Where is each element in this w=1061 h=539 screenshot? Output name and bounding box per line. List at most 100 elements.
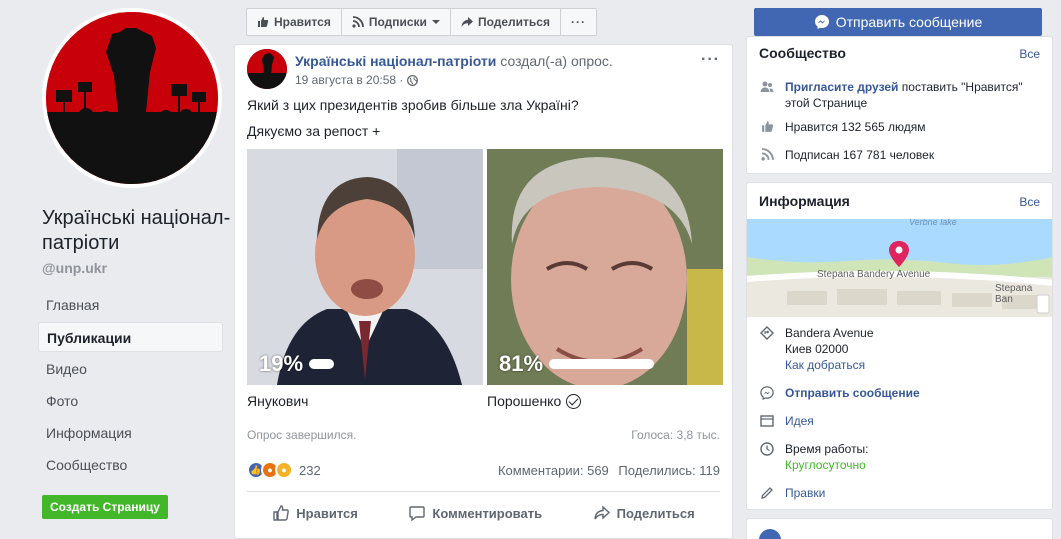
more-icon: ··· (570, 15, 586, 29)
poll-option-2-name: Порошенко (487, 393, 562, 409)
poll-option-2-percent: 81% (499, 351, 544, 376)
nav-item-videos[interactable]: Видео (38, 354, 223, 384)
address-line-1: Bandera Avenue (785, 326, 874, 340)
community-see-all[interactable]: Все (1019, 47, 1040, 61)
map-label-street-2: Stepana Ban (995, 283, 1033, 305)
poll-option-1-label[interactable]: Янукович (247, 393, 308, 409)
info-see-all[interactable]: Все (1019, 195, 1040, 209)
post-avatar[interactable] (247, 49, 287, 89)
location-map[interactable]: Verbne lake Stepana Bandery Avenue Stepa… (747, 219, 1052, 317)
haha-reaction-icon: ● (275, 461, 293, 479)
nav-item-home[interactable]: Главная (38, 290, 223, 320)
comment-icon (409, 506, 426, 522)
poll-meta: Опрос завершился. Голоса: 3,8 тыс. (247, 428, 720, 442)
thumbs-up-icon (258, 17, 269, 27)
left-column: Українські націонал-патріоти @unp.ukr Гл… (0, 0, 234, 539)
post-timestamp[interactable]: 19 августа в 20:58 · (295, 73, 419, 87)
portrait-image-1 (247, 149, 483, 385)
nav-item-community[interactable]: Сообщество (38, 450, 223, 480)
thumbs-up-outline-icon (273, 505, 290, 521)
follow-page-button[interactable]: Подписки (342, 9, 451, 35)
poll-votes[interactable]: Голоса: 3,8 тыс. (631, 428, 720, 442)
share-icon (461, 17, 473, 27)
post-author-link[interactable]: Українські націонал-патріоти (295, 53, 496, 69)
poll-option-2-track (549, 359, 679, 369)
post-action-text: создал(-а) опрос. (500, 53, 613, 69)
directions-link[interactable]: Как добраться (785, 357, 874, 373)
poll-option-2-bar (549, 359, 655, 369)
rss-small-icon (759, 147, 775, 163)
post-stats: 👍 ● ● 232 Комментарии: 569 Поделились: 1… (247, 461, 720, 479)
messenger-badge-icon (759, 529, 781, 539)
poll-option-1-image[interactable]: 19% (247, 149, 483, 385)
post-like-button[interactable]: Нравится (272, 504, 358, 522)
post-divider (247, 491, 720, 492)
address-block: Bandera Avenue Киев 02000 Как добраться (785, 325, 874, 373)
nav-item-posts[interactable]: Публикации (38, 322, 223, 352)
post-header: Українські націонал-патріоти создал(-а) … (247, 49, 720, 89)
pencil-icon (759, 485, 775, 501)
community-title[interactable]: Сообщество (759, 45, 846, 61)
edits-row: Правки (759, 485, 1040, 501)
send-message-label: Отправить сообщение (835, 14, 983, 30)
thumbs-up-small-icon (759, 119, 775, 135)
nav-item-photos[interactable]: Фото (38, 386, 223, 416)
info-card: Информация Все Verbne lake Stepana Bande… (746, 182, 1053, 510)
share-outline-icon (593, 505, 610, 520)
likes-row: Нравится 132 565 людям (759, 119, 1040, 135)
invite-friends-link[interactable]: Пригласите друзей (785, 80, 898, 94)
messenger-icon (814, 15, 829, 29)
post-subtext: Дякуємо за репост + (247, 123, 381, 139)
post-share-button[interactable]: Поделиться (593, 504, 695, 522)
post-date-text: 19 августа в 20:58 · (295, 73, 404, 87)
community-card: Сообщество Все Пригласите друзей постави… (746, 36, 1053, 174)
post-actions: Нравится Комментировать Поделиться (247, 497, 720, 529)
hours-block: Время работы: Круглосуточно (785, 441, 869, 473)
edits-link[interactable]: Правки (785, 485, 825, 501)
caret-down-icon (431, 20, 440, 24)
invite-friends-row: Пригласите друзей поставить "Нравится" э… (759, 79, 1040, 111)
send-message-button[interactable]: Отправить сообщение (754, 8, 1042, 36)
comment-count[interactable]: Комментарии: 569 (498, 463, 609, 478)
share-page-label: Поделиться (477, 15, 550, 29)
share-page-button[interactable]: Поделиться (451, 9, 561, 35)
people-icon (759, 79, 775, 111)
poll-option-2-result: 81% (499, 351, 679, 377)
poll-option-2-image[interactable]: 81% (487, 149, 723, 385)
send-message-link[interactable]: Отправить сообщение (785, 385, 920, 401)
page-handle[interactable]: @unp.ukr (42, 260, 107, 276)
winner-check-icon (566, 393, 582, 409)
nav-item-about[interactable]: Информация (38, 418, 223, 448)
page-title[interactable]: Українські націонал-патріоти (42, 206, 232, 256)
poll-option-1-percent: 19% (259, 351, 304, 376)
post-counts: Комментарии: 569 Поделились: 119 (492, 463, 720, 478)
followers-count: Подписан 167 781 человек (785, 148, 935, 162)
share-count[interactable]: Поделились: 119 (618, 463, 720, 478)
poll-option-1-track (309, 359, 439, 369)
page-avatar[interactable] (42, 8, 222, 188)
category-link[interactable]: Идея (785, 413, 814, 429)
more-options-button[interactable]: ··· (561, 9, 596, 35)
send-message-row: Отправить сообщение (759, 385, 1040, 401)
hours-row: Время работы: Круглосуточно (759, 441, 1040, 473)
page-action-bar: Нравится Подписки Поделиться ··· (246, 8, 597, 36)
hours-value: Круглосуточно (785, 458, 866, 472)
post-options-icon[interactable]: ··· (701, 51, 720, 69)
next-card (746, 518, 1053, 539)
reaction-count: 232 (299, 462, 321, 478)
reactions-summary[interactable]: 👍 ● ● 232 (247, 461, 321, 479)
create-page-button[interactable]: Создать Страницу (42, 495, 168, 519)
portrait-image-2 (487, 149, 723, 385)
map-label-street: Stepana Bandery Avenue (817, 269, 931, 280)
map-label-lake: Verbne lake (909, 219, 957, 227)
globe-icon (407, 74, 419, 86)
poll-option-1-bar (309, 359, 334, 369)
clock-icon (759, 441, 775, 473)
poll-option-2-label[interactable]: Порошенко (487, 393, 582, 409)
post-like-label: Нравится (296, 505, 358, 521)
like-page-button[interactable]: Нравится (247, 9, 342, 35)
post-comment-button[interactable]: Комментировать (408, 504, 542, 522)
like-page-label: Нравится (274, 15, 331, 29)
messenger-small-icon (759, 385, 775, 401)
info-title[interactable]: Информация (759, 193, 850, 209)
